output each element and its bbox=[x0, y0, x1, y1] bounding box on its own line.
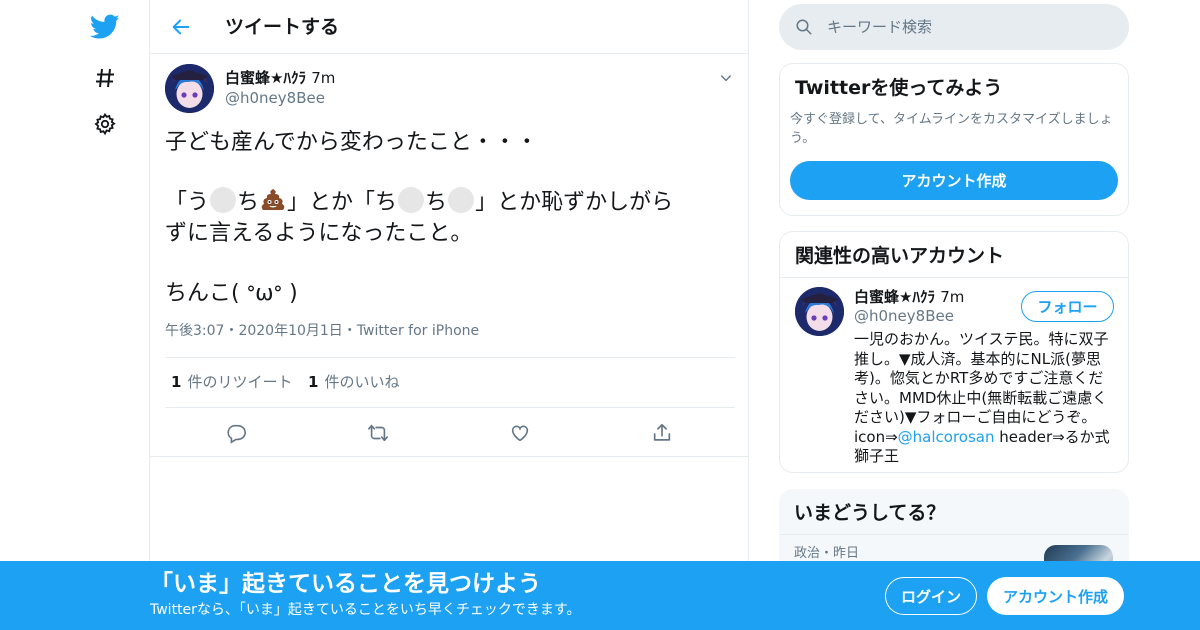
signup-card-title: Twitterを使ってみよう bbox=[795, 77, 1003, 99]
tweet-detail: 白蜜蜂★ﾊｸﾗ 7m @h0ney8Bee 子ども産んでから変わったこと・・・ … bbox=[150, 54, 748, 457]
divider bbox=[779, 534, 1129, 535]
white-circle-emoji bbox=[210, 187, 237, 213]
tweet-time-ago: 7m bbox=[311, 69, 336, 87]
tweet-timestamp[interactable]: 午後3:07・2020年10月1日・Twitter for iPhone bbox=[165, 321, 479, 341]
left-nav bbox=[80, 0, 130, 630]
follow-button[interactable]: フォロー bbox=[1021, 291, 1114, 322]
related-account-handle[interactable]: @h0ney8Bee bbox=[854, 306, 954, 326]
tweet-text-line: ずに言えるようになったこと。 bbox=[165, 221, 473, 246]
tweet-text-line: 「うち」とか「ちち」とか恥ずかしがら bbox=[165, 187, 735, 218]
twitter-bird-icon[interactable] bbox=[88, 10, 122, 44]
bottom-bar-title: 「いま」起きていることを見つけよう bbox=[150, 571, 541, 597]
search-input[interactable] bbox=[827, 12, 1117, 42]
arrow-left-icon[interactable] bbox=[168, 14, 194, 40]
create-account-button[interactable]: アカウント作成 bbox=[790, 161, 1118, 200]
divider bbox=[780, 277, 1128, 278]
related-account-name[interactable]: 白蜜蜂★ﾊｸﾗ 7m bbox=[854, 287, 964, 307]
login-button[interactable]: ログイン bbox=[885, 577, 977, 615]
poop-emoji bbox=[260, 187, 286, 213]
related-account-avatar[interactable] bbox=[795, 287, 844, 336]
related-account-time-ago: 7m bbox=[940, 288, 965, 306]
like-count-link[interactable]: 1 件のいいね bbox=[308, 372, 399, 392]
retweet-icon[interactable] bbox=[365, 420, 391, 446]
tweet-actions bbox=[150, 418, 748, 448]
bio-mention-link[interactable]: @halcorosan bbox=[898, 428, 995, 446]
white-circle-emoji bbox=[398, 187, 425, 213]
reply-icon[interactable] bbox=[223, 420, 249, 446]
page-header: ツイートする bbox=[150, 0, 748, 54]
author-avatar[interactable] bbox=[165, 64, 214, 113]
author-name[interactable]: 白蜜蜂★ﾊｸﾗ 7m bbox=[225, 68, 335, 88]
related-account-bio: 一児のおかん。ツイステ民。特に双子推し。▼成人済。基本的にNL派(夢思考)。惚気… bbox=[854, 330, 1110, 465]
heart-icon[interactable] bbox=[507, 420, 533, 446]
tweet-stats: 1 件のリツイート 1 件のいいね bbox=[165, 357, 735, 408]
bottom-bar-subtitle: Twitterなら、「いま」起きていることをいち早くチェックできます。 bbox=[150, 602, 581, 618]
author-handle[interactable]: @h0ney8Bee bbox=[225, 88, 325, 108]
related-accounts-card: 関連性の高いアカウント 白蜜蜂★ﾊｸﾗ 7m @h0ney8Bee フォロー 一… bbox=[779, 231, 1129, 473]
page-title: ツイートする bbox=[225, 16, 340, 38]
share-icon[interactable] bbox=[649, 420, 675, 446]
related-accounts-title: 関連性の高いアカウント bbox=[795, 245, 1005, 267]
white-circle-emoji bbox=[448, 187, 475, 213]
tweet-text-line: ちんこ( ᐤωᐤ ) bbox=[165, 281, 298, 306]
trends-title: いまどうしてる？ bbox=[794, 502, 946, 524]
chevron-down-icon[interactable] bbox=[716, 68, 736, 88]
gear-icon[interactable] bbox=[88, 107, 122, 141]
search-icon bbox=[794, 17, 814, 37]
retweet-count-link[interactable]: 1 件のリツイート bbox=[171, 372, 292, 392]
tweet-text-line: 子ども産んでから変わったこと・・・ bbox=[165, 130, 538, 155]
search-bar bbox=[779, 4, 1129, 50]
bottom-create-account-button[interactable]: アカウント作成 bbox=[987, 577, 1124, 615]
signup-card-description: 今すぐ登録して、タイムラインをカスタマイズしましょう。 bbox=[790, 112, 1113, 146]
main-column: ツイートする 白蜜蜂★ﾊｸﾗ 7m @h0ney8Bee 子ども産んでから変わっ… bbox=[149, 0, 749, 630]
page-root: ツイートする 白蜜蜂★ﾊｸﾗ 7m @h0ney8Bee 子ども産んでから変わっ… bbox=[0, 0, 1200, 630]
right-sidebar: Twitterを使ってみよう 今すぐ登録して、タイムラインをカスタマイズしましょ… bbox=[779, 0, 1129, 630]
hashtag-icon[interactable] bbox=[88, 61, 122, 95]
bottom-signup-bar: 「いま」起きていることを見つけよう Twitterなら、「いま」起きていることを… bbox=[0, 561, 1200, 630]
signup-card: Twitterを使ってみよう 今すぐ登録して、タイムラインをカスタマイズしましょ… bbox=[779, 63, 1129, 216]
tweet-text: 子ども産んでから変わったこと・・・ 「うち」とか「ちち」とか恥ずかしがら ずに言… bbox=[165, 127, 735, 309]
